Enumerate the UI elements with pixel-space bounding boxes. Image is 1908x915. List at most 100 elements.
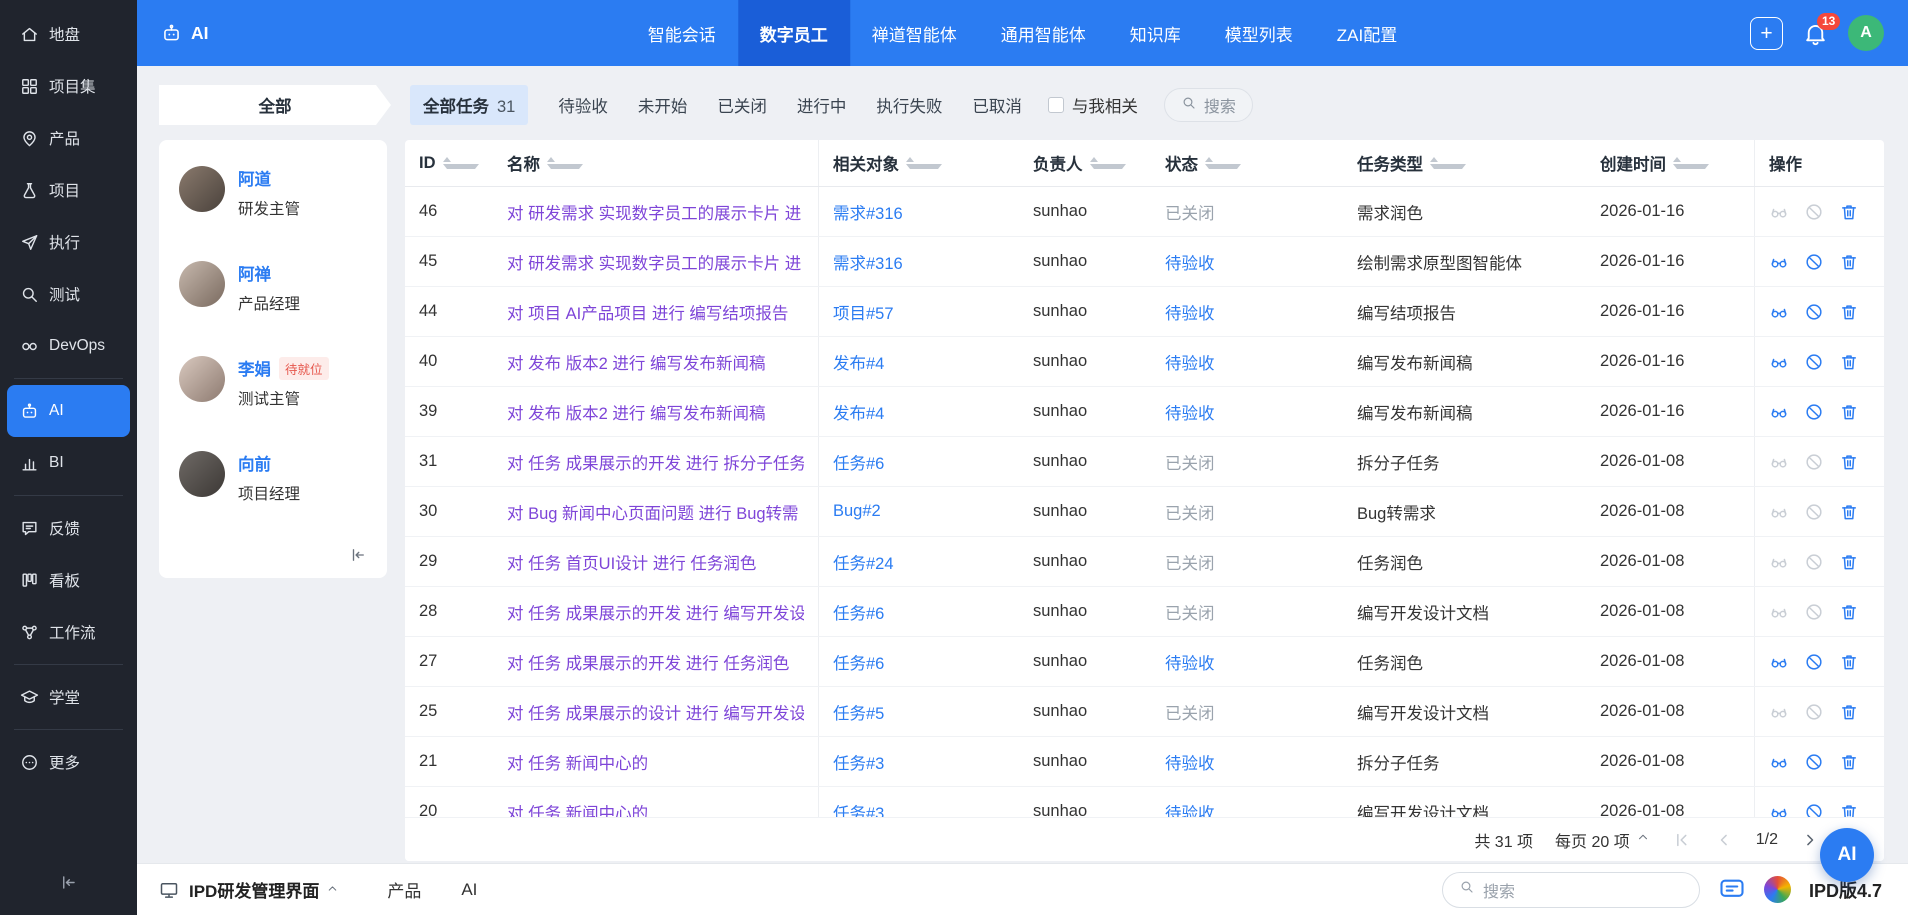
delete-task-icon[interactable] [1839, 602, 1859, 622]
delete-task-icon[interactable] [1839, 352, 1859, 372]
sidebar-item-execution[interactable]: 执行 [0, 216, 137, 268]
status-tab[interactable]: 全部任务31 [410, 85, 528, 125]
table-row[interactable]: 40对 发布 版本2 进行 编写发布新闻稿发布#4sunhao待验收编写发布新闻… [405, 337, 1884, 387]
delete-task-icon[interactable] [1839, 652, 1859, 672]
top-nav-item[interactable]: 数字员工 [738, 0, 850, 66]
top-nav-item[interactable]: 知识库 [1108, 0, 1203, 66]
employee-item[interactable]: 阿禅产品经理 [179, 261, 367, 314]
related-object-link[interactable]: Bug#2 [833, 502, 881, 521]
employee-item[interactable]: 向前项目经理 [179, 451, 367, 504]
employee-item[interactable]: 阿道研发主管 [179, 166, 367, 219]
cancel-task-icon[interactable] [1804, 202, 1824, 222]
delete-task-icon[interactable] [1839, 752, 1859, 772]
view-task-icon[interactable] [1769, 352, 1789, 372]
delete-task-icon[interactable] [1839, 552, 1859, 572]
related-object-link[interactable]: 任务#3 [833, 800, 884, 818]
delete-task-icon[interactable] [1839, 452, 1859, 472]
ai-floating-button[interactable]: AI [1820, 828, 1874, 882]
related-object-link[interactable]: 需求#316 [833, 200, 903, 224]
status-tab[interactable]: 执行失败 [876, 93, 942, 117]
sidebar-item-kanban[interactable]: 看板 [0, 554, 137, 606]
view-task-icon[interactable] [1769, 202, 1789, 222]
view-task-icon[interactable] [1769, 752, 1789, 772]
delete-task-icon[interactable] [1839, 402, 1859, 422]
top-nav-item[interactable]: 智能会话 [626, 0, 738, 66]
task-name-link[interactable]: 对 任务 成果展示的开发 进行 编写开发设 [507, 600, 804, 624]
top-nav-item[interactable]: 通用智能体 [979, 0, 1108, 66]
task-name-link[interactable]: 对 任务 成果展示的设计 进行 编写开发设 [507, 700, 804, 724]
sort-icon[interactable] [1205, 157, 1241, 169]
create-button[interactable]: + [1750, 17, 1783, 50]
delete-task-icon[interactable] [1839, 502, 1859, 522]
related-object-link[interactable]: 发布#4 [833, 400, 884, 424]
sort-icon[interactable] [547, 157, 583, 169]
task-name-link[interactable]: 对 Bug 新闻中心页面问题 进行 Bug转需 [507, 500, 799, 524]
cancel-task-icon[interactable] [1804, 602, 1824, 622]
cancel-task-icon[interactable] [1804, 502, 1824, 522]
view-task-icon[interactable] [1769, 652, 1789, 672]
delete-task-icon[interactable] [1839, 202, 1859, 222]
table-row[interactable]: 21对 任务 新闻中心的任务#3sunhao待验收拆分子任务2026-01-08 [405, 737, 1884, 787]
table-row[interactable]: 39对 发布 版本2 进行 编写发布新闻稿发布#4sunhao待验收编写发布新闻… [405, 387, 1884, 437]
cancel-task-icon[interactable] [1804, 452, 1824, 472]
related-object-link[interactable]: 项目#57 [833, 300, 894, 324]
table-row[interactable]: 45对 研发需求 实现数字员工的展示卡片 进需求#316sunhao待验收绘制需… [405, 237, 1884, 287]
notifications-button[interactable]: 13 [1803, 21, 1828, 46]
sort-icon[interactable] [906, 157, 942, 169]
delete-task-icon[interactable] [1839, 702, 1859, 722]
first-page-button[interactable] [1672, 830, 1692, 850]
view-task-icon[interactable] [1769, 702, 1789, 722]
related-object-link[interactable]: 任务#6 [833, 650, 884, 674]
user-avatar[interactable]: A [1848, 15, 1884, 51]
cancel-task-icon[interactable] [1804, 252, 1824, 272]
task-name-link[interactable]: 对 项目 AI产品项目 进行 编写结项报告 [507, 300, 788, 324]
page-size-select[interactable]: 每页 20 项 [1555, 828, 1650, 852]
sidebar-item-qa[interactable]: 测试 [0, 268, 137, 320]
task-name-link[interactable]: 对 任务 成果展示的开发 进行 任务润色 [507, 650, 789, 674]
next-page-button[interactable] [1800, 830, 1820, 850]
related-object-link[interactable]: 任务#5 [833, 700, 884, 724]
panel-collapse-button[interactable] [349, 546, 367, 569]
table-row[interactable]: 30对 Bug 新闻中心页面问题 进行 Bug转需Bug#2sunhao已关闭B… [405, 487, 1884, 537]
cancel-task-icon[interactable] [1804, 552, 1824, 572]
cancel-task-icon[interactable] [1804, 752, 1824, 772]
bottom-tab-product[interactable]: 产品 [387, 877, 421, 902]
task-name-link[interactable]: 对 发布 版本2 进行 编写发布新闻稿 [507, 400, 766, 424]
sidebar-item-bi[interactable]: BI [0, 437, 137, 489]
sort-icon[interactable] [443, 157, 479, 169]
employee-name-link[interactable]: 阿禅 [238, 261, 300, 285]
sort-icon[interactable] [1673, 157, 1709, 169]
cancel-task-icon[interactable] [1804, 302, 1824, 322]
table-row[interactable]: 28对 任务 成果展示的开发 进行 编写开发设任务#6sunhao已关闭编写开发… [405, 587, 1884, 637]
related-object-link[interactable]: 需求#316 [833, 250, 903, 274]
status-tab[interactable]: 待验收 [558, 93, 608, 117]
table-row[interactable]: 46对 研发需求 实现数字员工的展示卡片 进需求#316sunhao已关闭需求润… [405, 187, 1884, 237]
top-nav-item[interactable]: 模型列表 [1203, 0, 1315, 66]
sidebar-item-school[interactable]: 学堂 [0, 671, 137, 723]
cancel-task-icon[interactable] [1804, 802, 1824, 818]
view-task-icon[interactable] [1769, 802, 1789, 818]
related-to-me-checkbox[interactable]: 与我相关 [1048, 93, 1138, 117]
related-object-link[interactable]: 任务#6 [833, 600, 884, 624]
table-row[interactable]: 27对 任务 成果展示的开发 进行 任务润色任务#6sunhao待验收任务润色2… [405, 637, 1884, 687]
sidebar-item-ai[interactable]: AI [7, 385, 130, 437]
top-nav-item[interactable]: 禅道智能体 [850, 0, 979, 66]
breadcrumb-all[interactable]: 全部 [159, 85, 391, 125]
view-task-icon[interactable] [1769, 602, 1789, 622]
view-task-icon[interactable] [1769, 452, 1789, 472]
table-row[interactable]: 20对 任务 新闻中心的任务#3sunhao待验收编写开发设计文档2026-01… [405, 787, 1884, 817]
view-task-icon[interactable] [1769, 252, 1789, 272]
related-object-link[interactable]: 任务#24 [833, 550, 894, 574]
view-task-icon[interactable] [1769, 302, 1789, 322]
cancel-task-icon[interactable] [1804, 402, 1824, 422]
global-search-input[interactable]: 搜索 [1442, 872, 1700, 908]
prev-page-button[interactable] [1714, 830, 1734, 850]
cancel-task-icon[interactable] [1804, 352, 1824, 372]
table-row[interactable]: 25对 任务 成果展示的设计 进行 编写开发设任务#5sunhao已关闭编写开发… [405, 687, 1884, 737]
task-name-link[interactable]: 对 发布 版本2 进行 编写发布新闻稿 [507, 350, 766, 374]
sidebar-item-workflow[interactable]: 工作流 [0, 606, 137, 658]
sort-icon[interactable] [1090, 157, 1126, 169]
delete-task-icon[interactable] [1839, 302, 1859, 322]
view-task-icon[interactable] [1769, 502, 1789, 522]
table-row[interactable]: 31对 任务 成果展示的开发 进行 拆分子任务任务#6sunhao已关闭拆分子任… [405, 437, 1884, 487]
